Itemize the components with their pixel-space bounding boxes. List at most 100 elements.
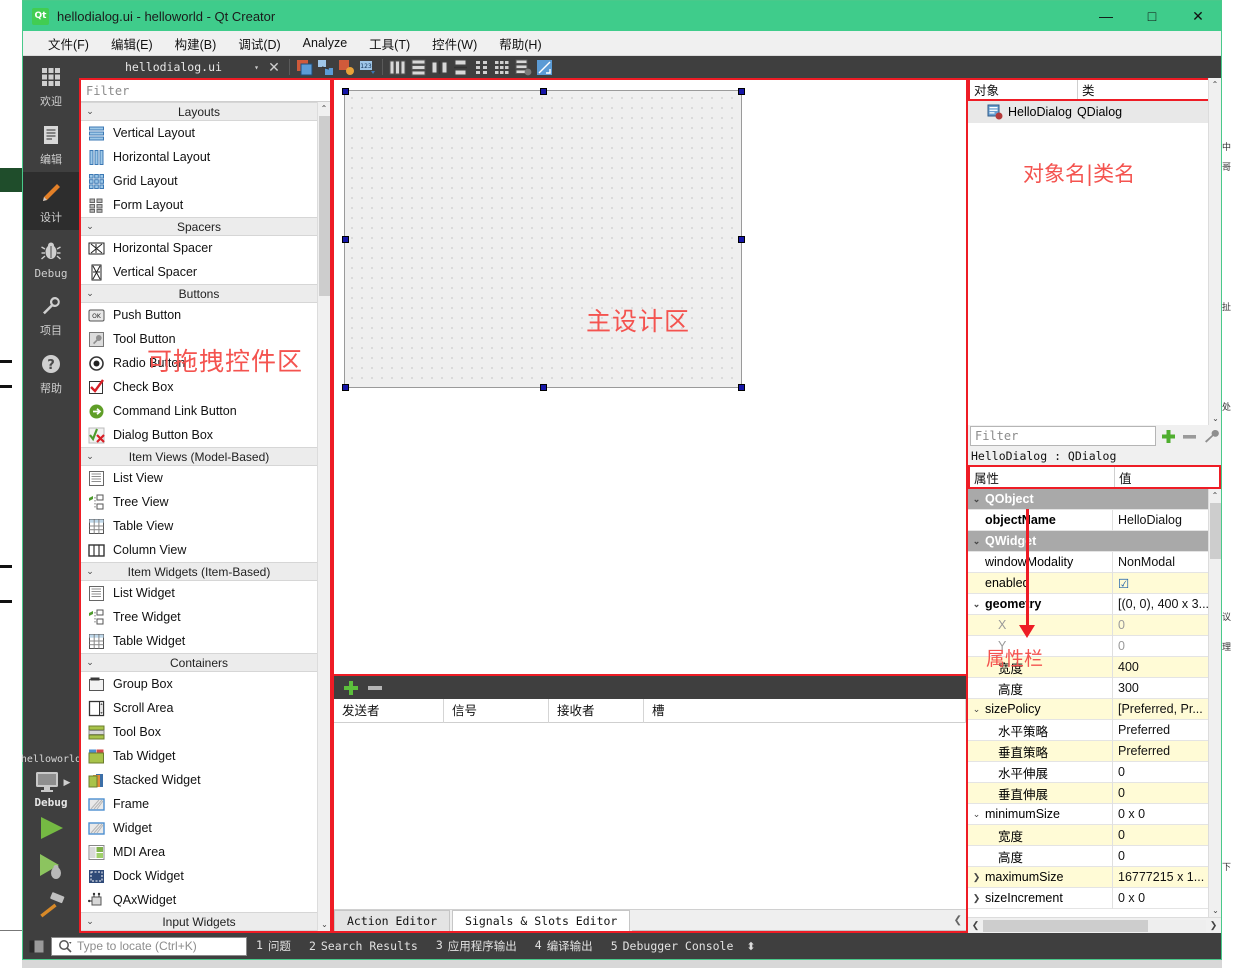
object-inspector-scrollbar[interactable]: ⌃ ⌄ [1208, 78, 1221, 425]
widget-item-dock-widget[interactable]: Dock Widget [81, 864, 317, 888]
output-pane-compile-output[interactable]: 4 编译输出 [526, 938, 602, 954]
mode-debug[interactable]: Debug [23, 230, 79, 285]
edit-buddies-icon[interactable] [336, 57, 357, 77]
property-value[interactable]: NonModal [1113, 555, 1208, 569]
widget-item-tree-view[interactable]: Tree View [81, 490, 317, 514]
remove-property-button[interactable] [1179, 426, 1200, 447]
widget-item-stacked-widget[interactable]: Stacked Widget [81, 768, 317, 792]
scroll-up-arrow-icon[interactable]: ⌃ [1209, 489, 1221, 502]
widget-item-push-button[interactable]: OK Push Button [81, 303, 317, 327]
widget-item-check-box[interactable]: Check Box [81, 375, 317, 399]
widget-item-vertical-layout[interactable]: Vertical Layout [81, 121, 317, 145]
dialog-form[interactable] [344, 90, 742, 388]
widget-item-dialog-button-box[interactable]: Dialog Button Box [81, 423, 317, 447]
locator-input[interactable]: Type to locate (Ctrl+K) [51, 937, 247, 956]
hscroll-track[interactable] [983, 920, 1206, 932]
widget-item-horizontal-layout[interactable]: Horizontal Layout [81, 145, 317, 169]
menu-build[interactable]: 构建(B) [164, 31, 228, 56]
widget-item-tab-widget[interactable]: Tab Widget [81, 744, 317, 768]
hscroll-thumb[interactable] [983, 920, 1148, 932]
output-pane-application-output[interactable]: 3 应用程序输出 [427, 938, 526, 954]
widget-category-buttons[interactable]: ⌄ Buttons [81, 284, 317, 303]
property-value[interactable]: 400 [1113, 660, 1208, 674]
property-row-horizontal-stretch[interactable]: 水平伸展 0 [968, 762, 1208, 783]
property-value[interactable]: Preferred [1113, 723, 1208, 737]
widget-category-spacers[interactable]: ⌄ Spacers [81, 217, 317, 236]
layout-splitter-vertical-icon[interactable] [450, 57, 471, 77]
property-row-enabled[interactable]: enabled ☑ [968, 573, 1208, 594]
build-button[interactable] [31, 885, 71, 923]
widget-item-tool-box[interactable]: Tool Box [81, 720, 317, 744]
kit-selector[interactable]: ▶ [32, 769, 71, 795]
resize-handle-w[interactable] [342, 236, 349, 243]
property-group-qwidget[interactable]: ⌄QWidget [968, 531, 1208, 552]
menu-analyze[interactable]: Analyze [292, 33, 358, 53]
column-sender[interactable]: 发送者 [334, 699, 444, 723]
remove-connection-button[interactable] [366, 679, 384, 697]
property-row-minimumsize-width[interactable]: 宽度 0 [968, 825, 1208, 846]
property-value[interactable]: 0 [1113, 849, 1208, 863]
property-row-horizontal-policy[interactable]: 水平策略 Preferred [968, 720, 1208, 741]
widget-category-layouts[interactable]: ⌄ Layouts [81, 102, 317, 121]
edit-tab-order-icon[interactable]: 123 [357, 57, 378, 77]
file-selector-combo[interactable]: hellodialog.ui ▾ [83, 60, 263, 74]
break-layout-icon[interactable] [513, 57, 534, 77]
widget-item-frame[interactable]: Frame [81, 792, 317, 816]
property-value[interactable]: 0 [1113, 765, 1208, 779]
add-connection-button[interactable] [342, 679, 360, 697]
widget-item-table-view[interactable]: Table View [81, 514, 317, 538]
widget-item-list-widget[interactable]: List Widget [81, 581, 317, 605]
widget-item-qax-widget[interactable]: QAxWidget [81, 888, 317, 912]
property-row-sizeincrement[interactable]: ❯sizeIncrement 0 x 0 [968, 888, 1208, 909]
tab-action-editor[interactable]: Action Editor [334, 910, 450, 931]
output-pane-search-results[interactable]: 2 Search Results [300, 939, 427, 953]
layout-form-icon[interactable] [471, 57, 492, 77]
resize-handle-s[interactable] [540, 384, 547, 391]
menu-tools[interactable]: 工具(T) [358, 31, 421, 56]
layout-splitter-horizontal-icon[interactable] [429, 57, 450, 77]
property-value-checkbox[interactable]: ☑ [1113, 576, 1208, 591]
property-value[interactable]: [Preferred, Pr... [1113, 702, 1208, 716]
adjust-size-icon[interactable] [534, 57, 555, 77]
output-pane-updown-icon[interactable]: ⬍ [742, 940, 755, 953]
property-value[interactable]: 0 [1113, 618, 1208, 632]
mode-welcome[interactable]: 欢迎 [23, 56, 79, 114]
property-value[interactable]: 16777215 x 1... [1113, 870, 1208, 884]
property-filter-input[interactable]: Filter [970, 426, 1156, 446]
scroll-left-arrow-icon[interactable]: ❮ [968, 920, 983, 931]
property-value[interactable]: Preferred [1113, 744, 1208, 758]
property-value[interactable]: 300 [1113, 681, 1208, 695]
property-value[interactable]: HelloDialog [1113, 513, 1208, 527]
chevron-down-icon[interactable]: ⌄ [968, 599, 985, 610]
layout-horizontal-icon[interactable] [387, 57, 408, 77]
widget-item-list-view[interactable]: List View [81, 466, 317, 490]
add-property-button[interactable] [1158, 426, 1179, 447]
widget-item-tree-widget[interactable]: Tree Widget [81, 605, 317, 629]
scroll-up-arrow-icon[interactable]: ⌃ [1209, 80, 1221, 89]
configure-property-button[interactable] [1200, 426, 1221, 447]
edit-signals-slots-icon[interactable] [315, 57, 336, 77]
property-group-qobject[interactable]: ⌄QObject [968, 489, 1208, 510]
menu-help[interactable]: 帮助(H) [488, 31, 552, 56]
edit-widgets-icon[interactable] [294, 57, 315, 77]
property-row-windowmodality[interactable]: windowModality NonModal [968, 552, 1208, 573]
widget-category-input-widgets[interactable]: ⌄ Input Widgets [81, 912, 317, 931]
object-inspector-body[interactable]: 对象名|类名 [968, 123, 1221, 425]
mode-design[interactable]: 设计 [23, 172, 79, 230]
property-row-vertical-policy[interactable]: 垂直策略 Preferred [968, 741, 1208, 762]
property-row-maximumsize[interactable]: ❯maximumSize 16777215 x 1... [968, 867, 1208, 888]
column-signal[interactable]: 信号 [444, 699, 549, 723]
output-panes-toggle-button[interactable] [25, 935, 47, 957]
widget-item-command-link-button[interactable]: Command Link Button [81, 399, 317, 423]
run-button[interactable] [31, 809, 71, 847]
mode-edit[interactable]: 编辑 [23, 114, 79, 172]
resize-handle-ne[interactable] [738, 88, 745, 95]
widget-item-column-view[interactable]: Column View [81, 538, 317, 562]
column-property[interactable]: 属性 [970, 467, 1115, 487]
widget-item-horizontal-spacer[interactable]: Horizontal Spacer [81, 236, 317, 260]
menu-widgets[interactable]: 控件(W) [421, 31, 488, 56]
column-slot[interactable]: 槽 [644, 699, 966, 723]
form-container[interactable] [342, 88, 744, 390]
minimize-button[interactable]: — [1083, 1, 1129, 31]
property-row-minimumsize[interactable]: ⌄minimumSize 0 x 0 [968, 804, 1208, 825]
